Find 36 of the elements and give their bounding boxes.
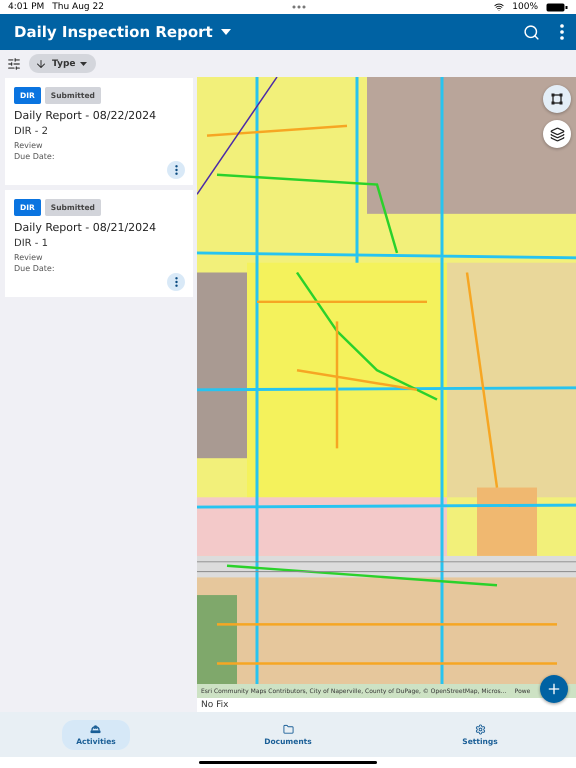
vertical-dots-icon (560, 24, 564, 40)
search-icon (523, 24, 540, 40)
report-stage: Review (14, 252, 44, 263)
filter-button[interactable] (7, 56, 21, 70)
status-time: 4:01 PM (8, 2, 44, 12)
more-options-button[interactable] (167, 273, 185, 291)
battery-percent: 100% (512, 2, 538, 12)
wifi-icon (494, 2, 504, 12)
report-stage: Review (14, 140, 44, 151)
more-options-button[interactable] (167, 161, 185, 179)
plus-icon (546, 681, 562, 697)
more-options-button[interactable] (560, 24, 564, 40)
report-title: Daily Report - 08/22/2024 (14, 109, 158, 122)
folder-icon (282, 724, 294, 734)
sliders-icon (7, 56, 21, 70)
report-title: Daily Report - 08/21/2024 (14, 221, 158, 234)
search-button[interactable] (523, 24, 540, 40)
due-date-label: Due Date: (14, 263, 56, 274)
app-title: Daily Inspection Report (14, 23, 213, 41)
caret-icon (80, 62, 88, 66)
due-date-label: Due Date: (14, 151, 56, 162)
settings-icon (474, 724, 486, 734)
status-date: Thu Aug 22 (52, 2, 104, 12)
layers-icon (550, 126, 564, 142)
battery-icon (546, 2, 568, 12)
vertical-dots-icon (174, 165, 178, 175)
arrow-down-icon (35, 58, 47, 70)
gps-status: No Fix (201, 700, 228, 710)
report-id: DIR - 1 (14, 238, 49, 249)
dropdown-caret-icon[interactable] (220, 29, 231, 35)
more-dots-icon (292, 5, 306, 9)
sort-button[interactable]: Type (29, 54, 96, 73)
extent-icon (551, 93, 563, 105)
hard-hat-icon (90, 724, 102, 734)
report-id: DIR - 2 (14, 126, 49, 137)
vertical-dots-icon (174, 277, 178, 287)
